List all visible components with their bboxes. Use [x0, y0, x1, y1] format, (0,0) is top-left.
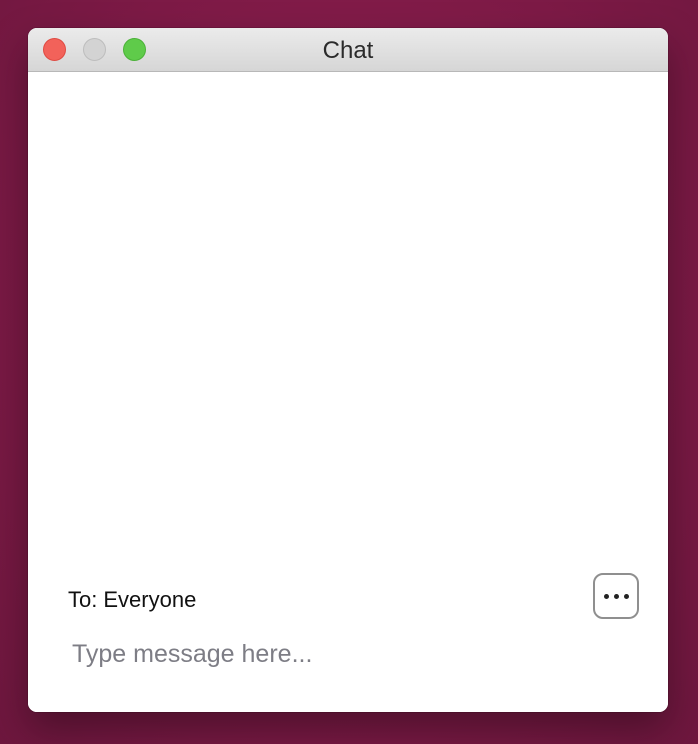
chat-message-area: To: Everyone [28, 72, 668, 712]
ellipsis-icon [603, 593, 629, 599]
recipient-name[interactable]: Everyone [103, 587, 196, 612]
window-title: Chat [322, 37, 374, 64]
message-input[interactable] [68, 632, 632, 676]
to-label: To: [68, 587, 98, 612]
recipient-selector[interactable]: To: Everyone [68, 584, 196, 616]
title-bar[interactable]: Chat [28, 28, 668, 72]
chat-window: Chat To: Everyone [28, 28, 668, 712]
more-options-button[interactable] [593, 573, 639, 619]
